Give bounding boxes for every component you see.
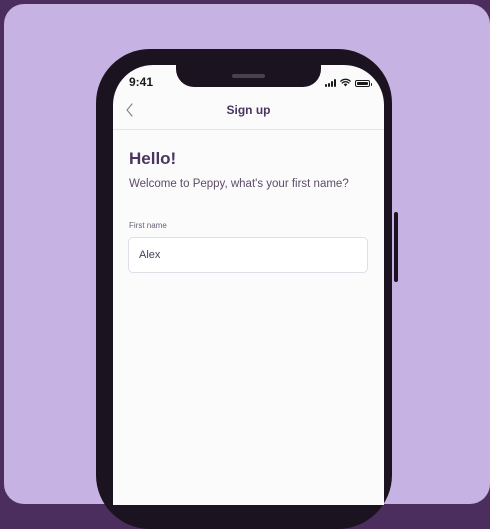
navigation-bar: Sign up xyxy=(113,95,384,130)
status-bar-icons xyxy=(325,77,372,87)
wifi-icon xyxy=(340,78,351,87)
battery-icon xyxy=(355,80,372,87)
phone-notch xyxy=(176,65,321,87)
phone-screen: 9:41 Sign up Hello! Welcome to Peppy, wh… xyxy=(113,65,384,505)
notch-speaker xyxy=(232,74,265,78)
status-bar-time: 9:41 xyxy=(129,75,154,89)
page-title: Sign up xyxy=(226,103,271,117)
first-name-label: First name xyxy=(129,221,167,230)
phone-side-button-volume-down xyxy=(96,254,100,298)
phone-side-button-power xyxy=(394,212,398,282)
greeting-heading: Hello! xyxy=(129,149,177,168)
phone-side-button-silent xyxy=(96,152,100,174)
name-prompt-text: Welcome to Peppy, what's your first name… xyxy=(129,178,349,190)
cellular-signal-icon xyxy=(325,79,336,87)
phone-side-button-volume-up xyxy=(96,196,100,240)
first-name-input[interactable] xyxy=(128,237,368,273)
